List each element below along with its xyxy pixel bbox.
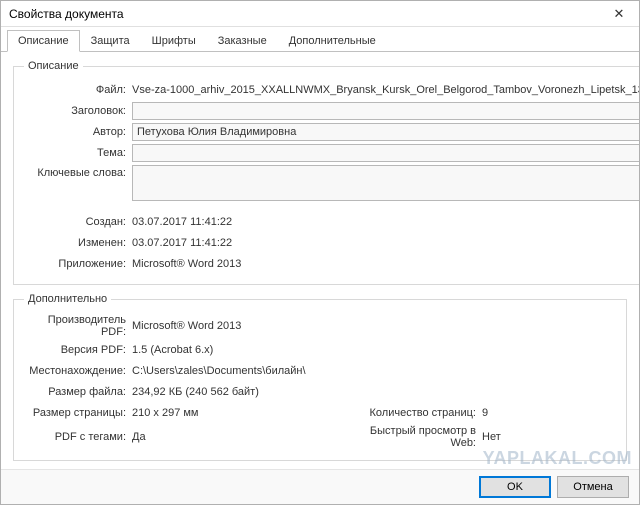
created-value: 03.07.2017 11:41:22: [132, 216, 232, 228]
window-title: Свойства документа: [9, 7, 124, 21]
version-value: 1.5 (Acrobat 6.x): [132, 344, 213, 356]
modified-value: 03.07.2017 11:41:22: [132, 237, 232, 249]
created-label: Создан:: [24, 216, 132, 228]
advanced-group: Дополнительно Производитель PDF: Microso…: [13, 293, 627, 461]
content-area: Описание Файл: Vse-za-1000_arhiv_2015_XX…: [1, 52, 639, 469]
tab-bar: Описание Защита Шрифты Заказные Дополнит…: [1, 27, 639, 52]
producer-value: Microsoft® Word 2013: [132, 320, 241, 332]
row-modified: Изменен: 03.07.2017 11:41:22: [24, 234, 639, 252]
row-subject: Тема:: [24, 144, 639, 162]
app-value: Microsoft® Word 2013: [132, 258, 241, 270]
tab-advanced[interactable]: Дополнительные: [278, 30, 387, 52]
version-label: Версия PDF:: [24, 344, 132, 356]
cancel-button[interactable]: Отмена: [557, 476, 629, 498]
author-label: Автор:: [24, 126, 132, 138]
tagged-label: PDF с тегами:: [24, 431, 132, 443]
tab-fonts[interactable]: Шрифты: [141, 30, 207, 52]
pagesize-label: Размер страницы:: [24, 407, 132, 419]
keywords-input[interactable]: [132, 165, 639, 201]
ok-button[interactable]: OK: [479, 476, 551, 498]
file-label: Файл:: [24, 84, 132, 96]
row-pagesize: Размер страницы: 210 x 297 мм Количество…: [24, 404, 616, 422]
keywords-label: Ключевые слова:: [24, 165, 132, 179]
pagesize-value: 210 x 297 мм: [132, 407, 199, 419]
row-tagged: PDF с тегами: Да Быстрый просмотр в Web:…: [24, 425, 616, 449]
pagecount-label: Количество страниц:: [352, 407, 482, 419]
row-producer: Производитель PDF: Microsoft® Word 2013: [24, 314, 616, 338]
footer: OK Отмена: [1, 469, 639, 504]
filesize-value: 234,92 КБ (240 562 байт): [132, 386, 259, 398]
author-input[interactable]: [132, 123, 639, 141]
tab-description[interactable]: Описание: [7, 30, 80, 52]
filesize-label: Размер файла:: [24, 386, 132, 398]
titlebar: Свойства документа ✕: [1, 1, 639, 27]
file-value: Vse-za-1000_arhiv_2015_XXALLNWMX_Bryansk…: [132, 84, 639, 96]
tab-security[interactable]: Защита: [80, 30, 141, 52]
modified-label: Изменен:: [24, 237, 132, 249]
row-created: Создан: 03.07.2017 11:41:22: [24, 213, 639, 231]
row-application: Приложение: Microsoft® Word 2013: [24, 255, 639, 273]
tagged-value: Да: [132, 431, 146, 443]
close-button[interactable]: ✕: [599, 1, 639, 27]
advanced-legend: Дополнительно: [24, 293, 111, 305]
fastweb-label: Быстрый просмотр в Web:: [352, 425, 482, 449]
row-author: Автор:: [24, 123, 639, 141]
row-keywords: Ключевые слова:: [24, 165, 639, 201]
row-file: Файл: Vse-za-1000_arhiv_2015_XXALLNWMX_B…: [24, 81, 639, 99]
description-group: Описание Файл: Vse-za-1000_arhiv_2015_XX…: [13, 60, 639, 285]
fastweb-value: Нет: [482, 431, 501, 443]
location-value: C:\Users\zales\Documents\билайн\: [132, 365, 306, 377]
row-location: Местонахождение: C:\Users\zales\Document…: [24, 362, 616, 380]
dialog-window: Свойства документа ✕ Описание Защита Шри…: [0, 0, 640, 505]
subject-input[interactable]: [132, 144, 639, 162]
title-input[interactable]: [132, 102, 639, 120]
app-label: Приложение:: [24, 258, 132, 270]
row-title: Заголовок:: [24, 102, 639, 120]
pagecount-value: 9: [482, 407, 488, 419]
close-icon: ✕: [614, 6, 625, 22]
tab-custom[interactable]: Заказные: [207, 30, 278, 52]
row-version: Версия PDF: 1.5 (Acrobat 6.x): [24, 341, 616, 359]
subject-label: Тема:: [24, 147, 132, 159]
producer-label: Производитель PDF:: [24, 314, 132, 338]
description-legend: Описание: [24, 60, 83, 72]
location-label: Местонахождение:: [24, 365, 132, 377]
title-label: Заголовок:: [24, 105, 132, 117]
row-filesize: Размер файла: 234,92 КБ (240 562 байт): [24, 383, 616, 401]
